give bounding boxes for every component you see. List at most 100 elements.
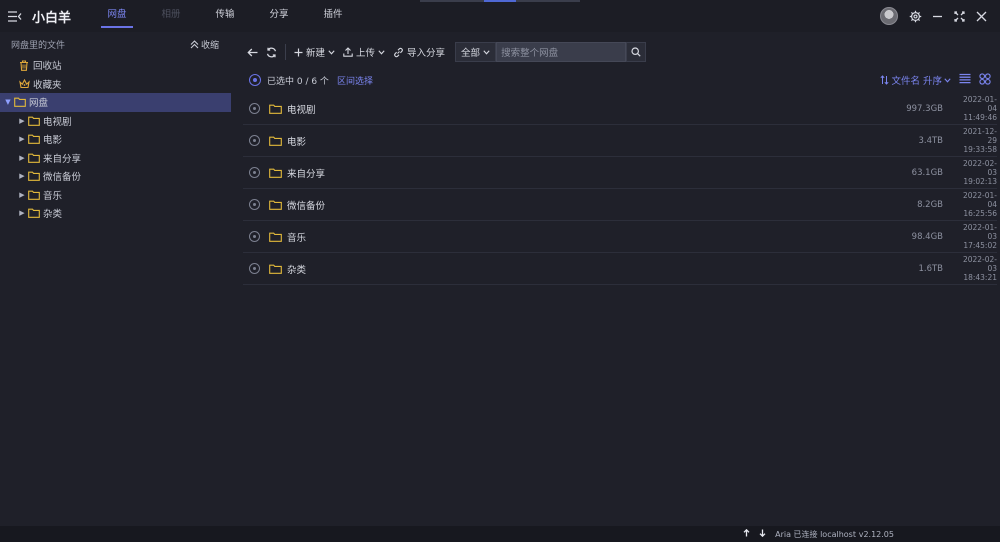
upload-label: 上传 [356, 48, 376, 59]
refresh-button[interactable] [262, 41, 281, 63]
row-checkbox[interactable] [249, 135, 260, 146]
maximize-icon[interactable] [948, 0, 970, 32]
file-row[interactable]: 电影 3.4TB 2021-12-29 19:33:58 [243, 125, 997, 157]
chevron-down-icon [378, 49, 385, 55]
file-date-time: 16:25:56 [963, 209, 997, 218]
row-checkbox[interactable] [249, 231, 260, 242]
sidebar-item-label: 音乐 [43, 190, 63, 202]
file-date-day: 2022-01-03 [962, 223, 997, 241]
chevron-down-icon [483, 49, 490, 55]
file-date: 2021-12-29 19:33:58 [957, 127, 997, 154]
file-panel: 新建 上传 导入分享 全部 搜索整个网盘 已选中 0 / 6 个 区间选择 文件… [231, 32, 1000, 526]
import-share-button[interactable]: 导入分享 [389, 41, 449, 63]
sidebar: 网盘里的文件 收缩 回收站 收藏夹 ▼ 网盘 ▶ 电视剧 ▶ 电影 ▶ 来自分享… [0, 32, 231, 526]
file-row[interactable]: 电视剧 997.3GB 2022-01-04 11:49:46 [243, 93, 997, 125]
sort-dropdown[interactable]: 文件名 升序 [880, 73, 951, 87]
back-button[interactable] [243, 41, 262, 63]
file-size: 98.4GB [911, 231, 943, 242]
new-button[interactable]: 新建 [290, 41, 339, 63]
grid-view-icon[interactable] [979, 73, 991, 88]
expand-right-icon[interactable]: ▶ [17, 172, 27, 180]
refresh-icon [266, 47, 277, 57]
expand-right-icon[interactable]: ▶ [17, 209, 27, 217]
search-placeholder: 搜索整个网盘 [501, 48, 559, 59]
sidebar-item-music[interactable]: ▶ 音乐 [0, 186, 231, 205]
sidebar-item-misc[interactable]: ▶ 杂类 [0, 204, 231, 223]
new-label: 新建 [306, 48, 326, 59]
sidebar-item-tv-series[interactable]: ▶ 电视剧 [0, 112, 231, 131]
gear-icon[interactable] [904, 0, 926, 32]
folder-icon [269, 168, 283, 178]
toolbar-divider [285, 44, 286, 60]
expand-right-icon[interactable]: ▶ [17, 117, 27, 125]
file-size: 63.1GB [911, 167, 943, 178]
row-checkbox[interactable] [249, 167, 260, 178]
sidebar-item-label: 来自分享 [43, 153, 82, 165]
collapse-button[interactable]: 收缩 [190, 38, 219, 51]
search-button[interactable] [626, 42, 647, 62]
status-bar: Aria 已连接 localhost v2.12.05 [0, 526, 1000, 542]
top-indicator [420, 0, 484, 2]
file-row[interactable]: 音乐 98.4GB 2022-01-03 17:45:02 [243, 221, 997, 253]
file-name: 电视剧 [287, 104, 316, 116]
sidebar-item-label: 电影 [43, 135, 63, 147]
file-row[interactable]: 来自分享 63.1GB 2022-02-03 19:02:13 [243, 157, 997, 189]
link-icon [394, 47, 403, 57]
close-icon[interactable] [970, 0, 992, 32]
selection-bar: 已选中 0 / 6 个 区间选择 文件名 升序 [249, 71, 997, 89]
top-indicator [516, 0, 580, 2]
select-all-checkbox[interactable] [249, 74, 261, 86]
file-size: 1.6TB [918, 263, 943, 274]
tab-transfer[interactable]: 传输 [198, 0, 252, 32]
file-date-time: 11:49:46 [963, 113, 997, 122]
sidebar-item-drive[interactable]: ▼ 网盘 [0, 93, 231, 112]
sidebar-item-favorites[interactable]: 收藏夹 [0, 75, 231, 94]
search-input[interactable]: 搜索整个网盘 [496, 42, 627, 62]
expand-right-icon[interactable]: ▶ [17, 135, 27, 143]
tab-album[interactable]: 相册 [144, 0, 198, 32]
tab-drive[interactable]: 网盘 [90, 0, 144, 32]
filter-select[interactable]: 全部 [455, 42, 497, 62]
file-size: 997.3GB [906, 103, 943, 114]
row-checkbox[interactable] [249, 103, 260, 114]
row-checkbox[interactable] [249, 199, 260, 210]
folder-icon [27, 116, 41, 126]
expand-down-icon[interactable]: ▼ [3, 98, 13, 106]
crown-icon [17, 78, 31, 89]
plus-icon [294, 48, 303, 56]
sidebar-item-label: 网盘 [29, 98, 49, 110]
download-arrow-icon[interactable] [759, 529, 766, 539]
range-select-link[interactable]: 区间选择 [337, 74, 373, 87]
file-row[interactable]: 微信备份 8.2GB 2022-01-04 16:25:56 [243, 189, 997, 221]
aria-status[interactable]: Aria 已连接 localhost [775, 529, 856, 540]
app-title: 小白羊 [32, 10, 72, 26]
sidebar-item-wechat-backup[interactable]: ▶ 微信备份 [0, 167, 231, 186]
file-row[interactable]: 杂类 1.6TB 2022-02-03 18:43:21 [243, 253, 997, 285]
sidebar-item-recycle-bin[interactable]: 回收站 [0, 56, 231, 75]
tab-share[interactable]: 分享 [252, 0, 306, 32]
sidebar-item-label: 杂类 [43, 209, 63, 221]
list-view-icon[interactable] [959, 73, 971, 87]
upload-button[interactable]: 上传 [339, 41, 389, 63]
main-nav: 网盘 相册 传输 分享 插件 [90, 0, 360, 32]
tab-plugins[interactable]: 插件 [306, 0, 360, 32]
search-icon [631, 47, 641, 57]
expand-right-icon[interactable]: ▶ [17, 154, 27, 162]
upload-arrow-icon[interactable] [743, 528, 750, 539]
folder-icon [13, 97, 27, 108]
folder-icon [269, 264, 283, 274]
menu-toggle-icon[interactable] [0, 0, 30, 32]
avatar[interactable] [880, 7, 898, 25]
sidebar-item-movies[interactable]: ▶ 电影 [0, 130, 231, 149]
expand-right-icon[interactable]: ▶ [17, 191, 27, 199]
sidebar-item-label: 电视剧 [43, 116, 72, 128]
minimize-icon[interactable] [926, 0, 948, 32]
file-date: 2022-02-03 18:43:21 [957, 255, 997, 282]
file-date: 2022-01-04 11:49:46 [957, 95, 997, 122]
folder-icon [269, 232, 283, 242]
sort-icon [880, 75, 890, 85]
row-checkbox[interactable] [249, 263, 260, 274]
collapse-label: 收缩 [200, 40, 219, 51]
chevron-up-icon [190, 39, 199, 48]
sidebar-item-from-share[interactable]: ▶ 来自分享 [0, 149, 231, 168]
